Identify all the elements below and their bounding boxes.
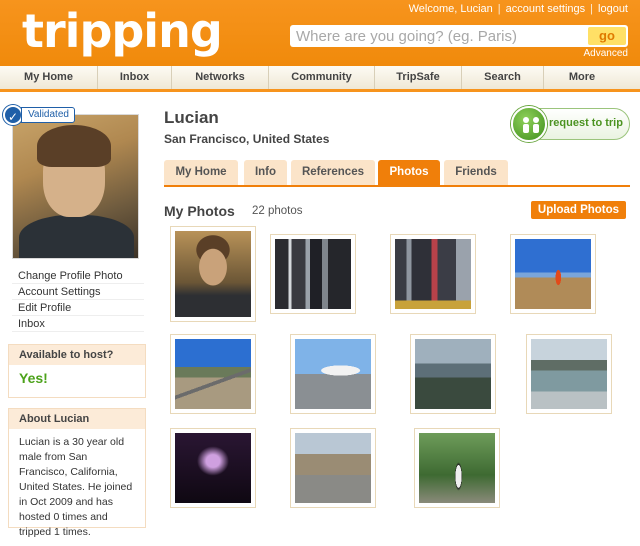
tab-my-home[interactable]: My Home	[164, 160, 238, 185]
nav-item-community[interactable]: Community	[269, 66, 375, 89]
tab-references[interactable]: References	[291, 160, 375, 185]
photo-thumb[interactable]	[390, 234, 476, 314]
validated-badge: ✓ Validated	[3, 105, 75, 125]
search-box: go	[290, 25, 628, 47]
people-icon	[511, 106, 547, 142]
go-button[interactable]: go	[588, 27, 626, 45]
profile-photo	[12, 114, 139, 259]
welcome-text: Welcome, Lucian	[408, 3, 493, 15]
account-settings-sidebar-link[interactable]: Account Settings	[12, 284, 144, 300]
photo-thumb[interactable]	[510, 234, 596, 314]
tab-friends[interactable]: Friends	[444, 160, 508, 185]
profile-tabs: My Home Info References Photos Friends	[164, 160, 630, 187]
available-to-host-box: Available to host? Yes!	[8, 344, 146, 398]
separator: |	[497, 3, 501, 15]
about-box-title: About Lucian	[9, 409, 145, 429]
photo-thumb[interactable]	[170, 226, 256, 322]
photo-misty-hills	[415, 339, 491, 409]
photo-thumb[interactable]	[270, 234, 356, 314]
separator: |	[590, 3, 594, 15]
request-to-trip-label: request to trip	[549, 117, 623, 129]
photo-desert-person	[515, 239, 591, 309]
photo-times-square-1	[275, 239, 351, 309]
nav-item-networks[interactable]: Networks	[172, 66, 269, 89]
photo-airplane	[295, 339, 371, 409]
profile-links: Change Profile Photo Account Settings Ed…	[12, 268, 144, 332]
photos-count: 22 photos	[252, 205, 303, 217]
request-to-trip-button[interactable]: request to trip	[511, 106, 630, 142]
host-status: Yes!	[19, 370, 48, 386]
edit-profile-link[interactable]: Edit Profile	[12, 300, 144, 316]
nav-item-tripsafe[interactable]: TripSafe	[375, 66, 462, 89]
people-icon-glyph	[523, 117, 539, 133]
photo-thumb[interactable]	[414, 428, 500, 508]
change-profile-photo-link[interactable]: Change Profile Photo	[12, 268, 144, 284]
nav-item-more[interactable]: More	[544, 66, 620, 89]
nav-item-search[interactable]: Search	[462, 66, 544, 89]
photo-times-square-2	[395, 239, 471, 309]
host-box-title: Available to host?	[9, 345, 145, 365]
avatar-hair	[37, 125, 111, 167]
validated-label: Validated	[21, 107, 75, 123]
photo-thumb[interactable]	[290, 428, 376, 508]
site-header: tripping Welcome, Lucian | account setting…	[0, 0, 640, 66]
tab-info[interactable]: Info	[244, 160, 287, 185]
photo-lake-view	[531, 339, 607, 409]
logout-link[interactable]: logout	[598, 3, 628, 15]
photo-thumb[interactable]	[410, 334, 496, 414]
photo-thumb[interactable]	[170, 334, 256, 414]
account-settings-link[interactable]: account settings	[506, 3, 586, 15]
upload-photos-button[interactable]: Upload Photos	[531, 201, 626, 219]
photo-museum-steps	[295, 433, 371, 503]
page-title: Lucian	[164, 108, 219, 127]
photo-thumb[interactable]	[290, 334, 376, 414]
tab-photos[interactable]: Photos	[378, 160, 440, 185]
host-box-body: Yes!	[9, 365, 145, 394]
photo-concert-stage	[175, 433, 251, 503]
advanced-search-link[interactable]: Advanced	[584, 48, 628, 59]
photos-heading: My Photos	[164, 203, 235, 219]
heart-check-icon: ✓	[3, 105, 23, 125]
avatar-shirt	[19, 215, 134, 258]
user-location: San Francisco, United States	[164, 132, 330, 146]
about-box: About Lucian Lucian is a 30 year old mal…	[8, 408, 146, 538]
search-input[interactable]	[290, 25, 580, 47]
photo-person-trees	[419, 433, 495, 503]
photo-road-hills	[175, 339, 251, 409]
photo-thumb[interactable]	[526, 334, 612, 414]
inbox-sidebar-link[interactable]: Inbox	[12, 316, 144, 332]
photo-thumb[interactable]	[170, 428, 256, 508]
site-logo[interactable]: tripping	[22, 4, 223, 58]
top-links: Welcome, Lucian | account settings | logout	[409, 3, 628, 15]
about-text: Lucian is a 30 year old male from San Fr…	[19, 436, 133, 538]
nav-item-my-home[interactable]: My Home	[0, 66, 98, 89]
main-nav: My Home Inbox Networks Community TripSaf…	[0, 66, 640, 92]
photo-portrait	[175, 231, 251, 317]
nav-item-inbox[interactable]: Inbox	[98, 66, 172, 89]
